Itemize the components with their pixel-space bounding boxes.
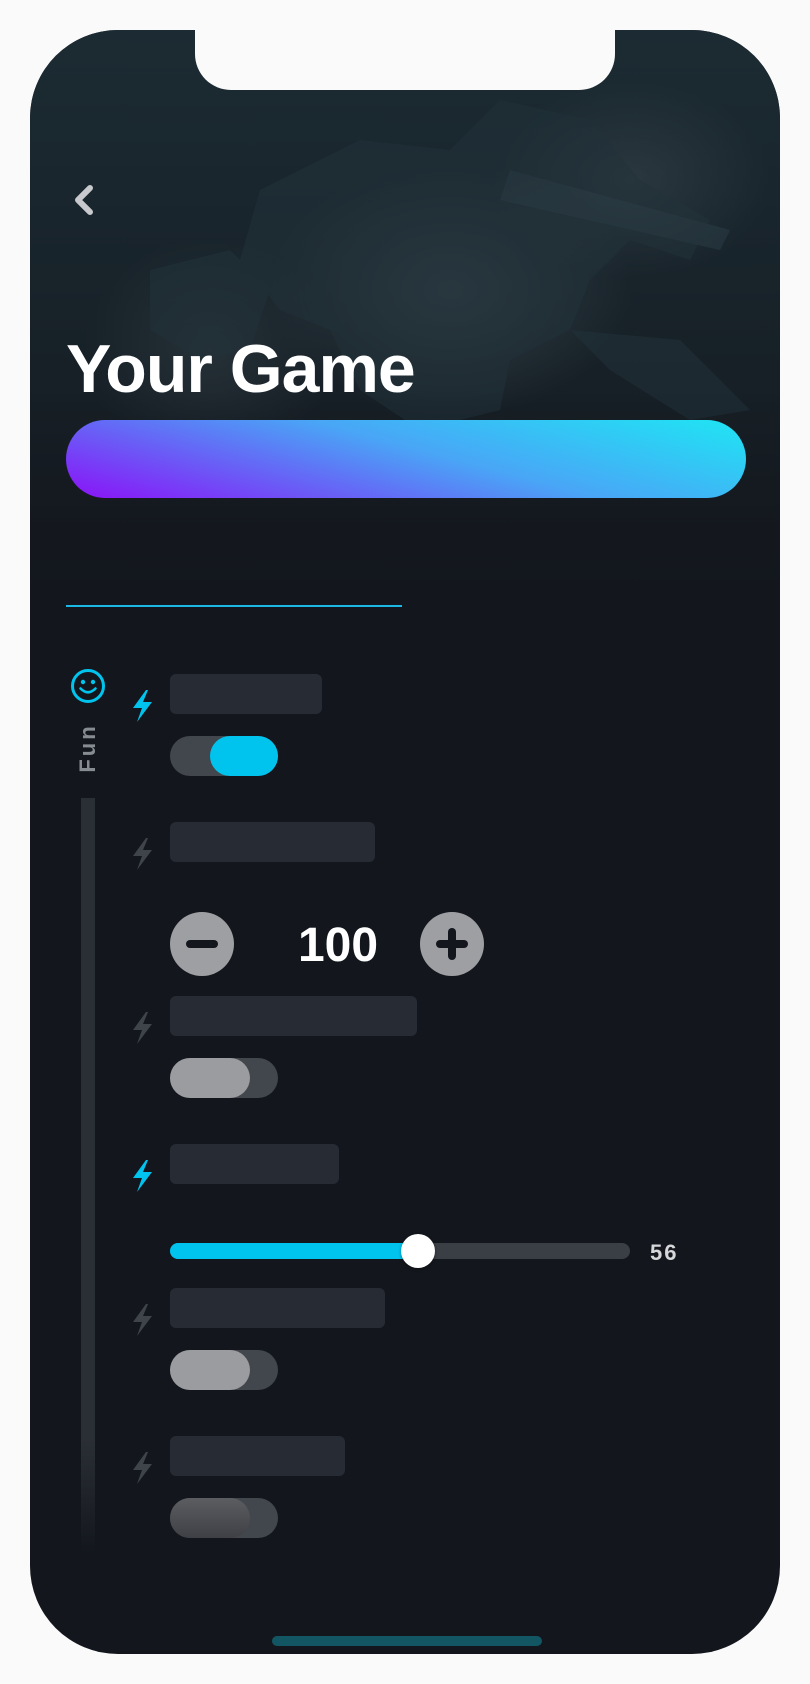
decrement-button[interactable] [170,912,234,976]
slider-value: 56 [650,1240,679,1265]
page-title: Your Game [66,331,416,407]
lightning-icon [133,1160,152,1192]
setting-label-placeholder [170,674,322,714]
lightning-icon [133,1304,152,1336]
setting-label-placeholder [170,1436,345,1476]
lightning-icon [133,1012,152,1044]
setting-label-placeholder [170,996,417,1036]
toggle-knob [170,1058,250,1098]
setting-label-placeholder [170,1288,385,1328]
setting-label-placeholder [170,1144,339,1184]
setting-toggle[interactable] [170,1058,278,1098]
device-notch [195,30,615,90]
hero-background [30,30,780,610]
setting-toggle[interactable] [170,736,278,776]
stepper-value: 100 [297,919,379,972]
toggle-knob [210,736,278,776]
chevron-left-icon [75,185,93,215]
home-indicator [272,1636,542,1646]
lightning-icon [133,838,152,870]
smiley-icon [71,669,105,703]
category-label: Fun [75,723,100,773]
lightning-icon [133,1452,152,1484]
active-tab-underline[interactable] [66,605,402,607]
category-rail [81,798,95,1553]
slider-fill [170,1243,419,1259]
setting-slider[interactable] [170,1234,630,1268]
toggle-knob [170,1350,250,1390]
lightning-icon [133,690,152,722]
primary-action-button[interactable] [66,420,746,498]
setting-toggle[interactable] [170,1498,278,1538]
back-button[interactable] [66,180,106,220]
increment-button[interactable] [420,912,484,976]
setting-toggle[interactable] [170,1350,278,1390]
plus-icon-v [448,928,456,960]
phone-screen: Your Game Fun 100 56 [30,30,780,1654]
minus-icon [186,940,218,948]
slider-thumb[interactable] [401,1234,436,1268]
setting-label-placeholder [170,822,375,862]
toggle-knob [170,1498,250,1538]
